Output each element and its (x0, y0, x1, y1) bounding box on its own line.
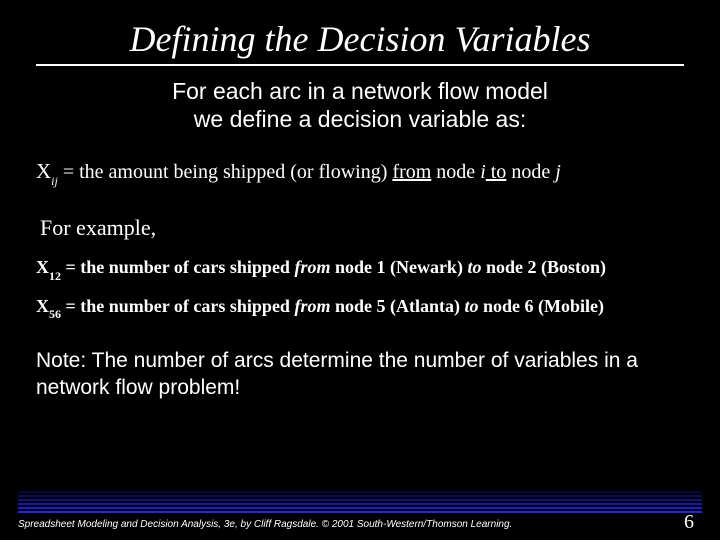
stripe (18, 495, 702, 497)
defn-from: from (392, 161, 431, 183)
variable-definition: Xij = the amount being shipped (or flowi… (36, 159, 684, 187)
defn-eq: = the amount being shipped (or flowing) (58, 161, 393, 183)
intro-line-2: we define a decision variable as: (194, 106, 526, 132)
ex2-mid1: node 5 (Atlanta) (330, 296, 464, 316)
defn-mid: node (431, 161, 480, 183)
ex2-eq: = the number of cars shipped (61, 296, 294, 316)
defn-to: to (486, 161, 507, 183)
ex1-mid1: node 1 (Newark) (330, 257, 467, 277)
defn-j: j (555, 161, 561, 183)
stripe (18, 491, 702, 493)
slide-footer: Spreadsheet Modeling and Decision Analys… (0, 487, 720, 540)
defn-sub: ij (51, 174, 58, 188)
stripe (18, 503, 702, 505)
ex1-eq: = the number of cars shipped (61, 257, 294, 277)
title-rule (36, 64, 684, 66)
defn-var: X (36, 159, 51, 183)
example-1: X12 = the number of cars shipped from no… (36, 257, 684, 282)
slide: Defining the Decision Variables For each… (0, 0, 720, 540)
intro-text: For each arc in a network flow model we … (36, 78, 684, 133)
ex2-to: to (464, 296, 478, 316)
ex2-mid2: node 6 (Mobile) (478, 296, 604, 316)
note-text: Note: The number of arcs determine the n… (36, 348, 684, 401)
ex2-var: X (36, 296, 49, 316)
stripe (18, 499, 702, 501)
ex1-mid2: node 2 (Boston) (481, 257, 606, 277)
page-number: 6 (684, 511, 694, 534)
ex1-to: to (467, 257, 481, 277)
ex1-sub: 12 (49, 269, 61, 283)
ex1-from: from (294, 257, 330, 277)
defn-end: node (506, 161, 555, 183)
credit-line: Spreadsheet Modeling and Decision Analys… (18, 519, 702, 530)
ex2-sub: 56 (49, 307, 61, 321)
stripe (18, 507, 702, 509)
ex1-var: X (36, 257, 49, 277)
for-example-label: For example, (40, 215, 684, 241)
ex2-from: from (294, 296, 330, 316)
slide-title: Defining the Decision Variables (36, 18, 684, 60)
footer-stripes (18, 487, 702, 513)
intro-line-1: For each arc in a network flow model (172, 78, 548, 104)
example-2: X56 = the number of cars shipped from no… (36, 296, 684, 321)
stripe (18, 511, 702, 513)
